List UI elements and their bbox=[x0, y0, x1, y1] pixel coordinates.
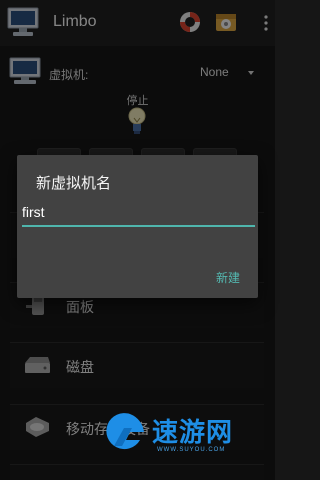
watermark-logo-icon bbox=[106, 413, 144, 450]
new-vm-dialog: 新虚拟机名 新建 bbox=[17, 155, 258, 298]
vm-name-input[interactable] bbox=[22, 199, 255, 227]
watermark-text: 速游网 bbox=[152, 418, 234, 448]
dialog-title: 新虚拟机名 bbox=[36, 175, 112, 192]
create-button[interactable]: 新建 bbox=[216, 269, 240, 286]
watermark: 速游网 WWW.SUYOU.COM bbox=[100, 408, 270, 468]
watermark-subtext: WWW.SUYOU.COM bbox=[157, 447, 226, 453]
